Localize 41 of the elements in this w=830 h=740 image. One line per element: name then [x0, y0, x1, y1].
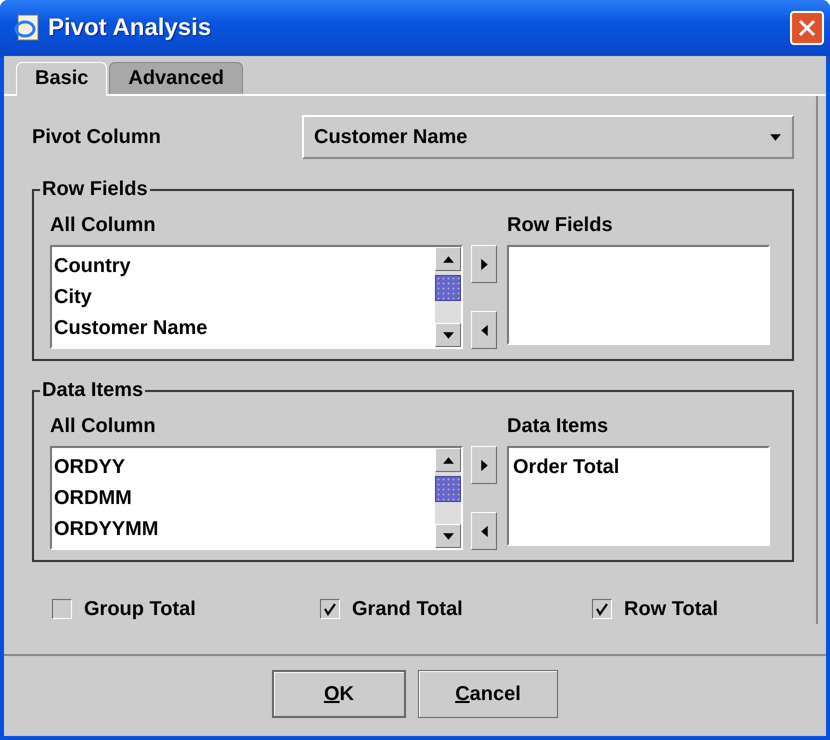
- list-item[interactable]: ORDYYMM: [54, 514, 433, 545]
- checkbox-label: Row Total: [624, 598, 718, 620]
- list-label: All Column: [50, 414, 157, 438]
- add-button[interactable]: [471, 245, 497, 283]
- scrollbar[interactable]: [435, 247, 461, 347]
- document-icon: [14, 14, 40, 42]
- available-list[interactable]: ORDYY ORDMM ORDYYMM: [50, 446, 463, 550]
- dialog-button[interactable]: Cancel: [418, 670, 558, 718]
- checkbox[interactable]: [592, 599, 612, 619]
- close-icon: [797, 18, 817, 38]
- list-label: Data Items: [507, 414, 610, 438]
- dialog-button[interactable]: OK: [272, 670, 406, 718]
- list-item[interactable]: Country: [54, 251, 433, 282]
- list-label: All Column: [50, 212, 157, 238]
- tab[interactable]: Basic: [16, 62, 108, 96]
- field-label: Pivot Column: [32, 126, 162, 148]
- available-list[interactable]: Country City Customer Name: [50, 245, 463, 349]
- remove-button[interactable]: [471, 512, 497, 550]
- list-item[interactable]: Order Total: [513, 452, 764, 483]
- checkbox-label: Grand Total: [352, 598, 463, 620]
- scrollbar[interactable]: [435, 448, 461, 548]
- selected-list[interactable]: Order Total: [507, 446, 770, 546]
- tab[interactable]: Advanced: [109, 62, 243, 94]
- check-icon: [323, 602, 337, 616]
- remove-button[interactable]: [471, 311, 497, 349]
- list-item[interactable]: Customer Name: [54, 313, 433, 344]
- group-title: Row Fields: [41, 178, 149, 201]
- window-title: Pivot Analysis: [48, 14, 212, 42]
- close-button[interactable]: [790, 11, 824, 45]
- list-label: Row Fields: [507, 212, 614, 238]
- list-item[interactable]: ORDYY: [54, 452, 433, 483]
- checkbox[interactable]: [320, 599, 340, 619]
- selected-list[interactable]: [507, 245, 770, 345]
- list-item[interactable]: City: [54, 282, 433, 313]
- add-button[interactable]: [471, 446, 497, 484]
- checkbox[interactable]: [52, 599, 72, 619]
- group-title: Data Items: [41, 379, 144, 402]
- list-item[interactable]: ORDMM: [54, 483, 433, 514]
- check-icon: [595, 602, 609, 616]
- checkbox-label: Group Total: [84, 598, 196, 620]
- pivot-column-dropdown[interactable]: Customer Name: [302, 115, 794, 159]
